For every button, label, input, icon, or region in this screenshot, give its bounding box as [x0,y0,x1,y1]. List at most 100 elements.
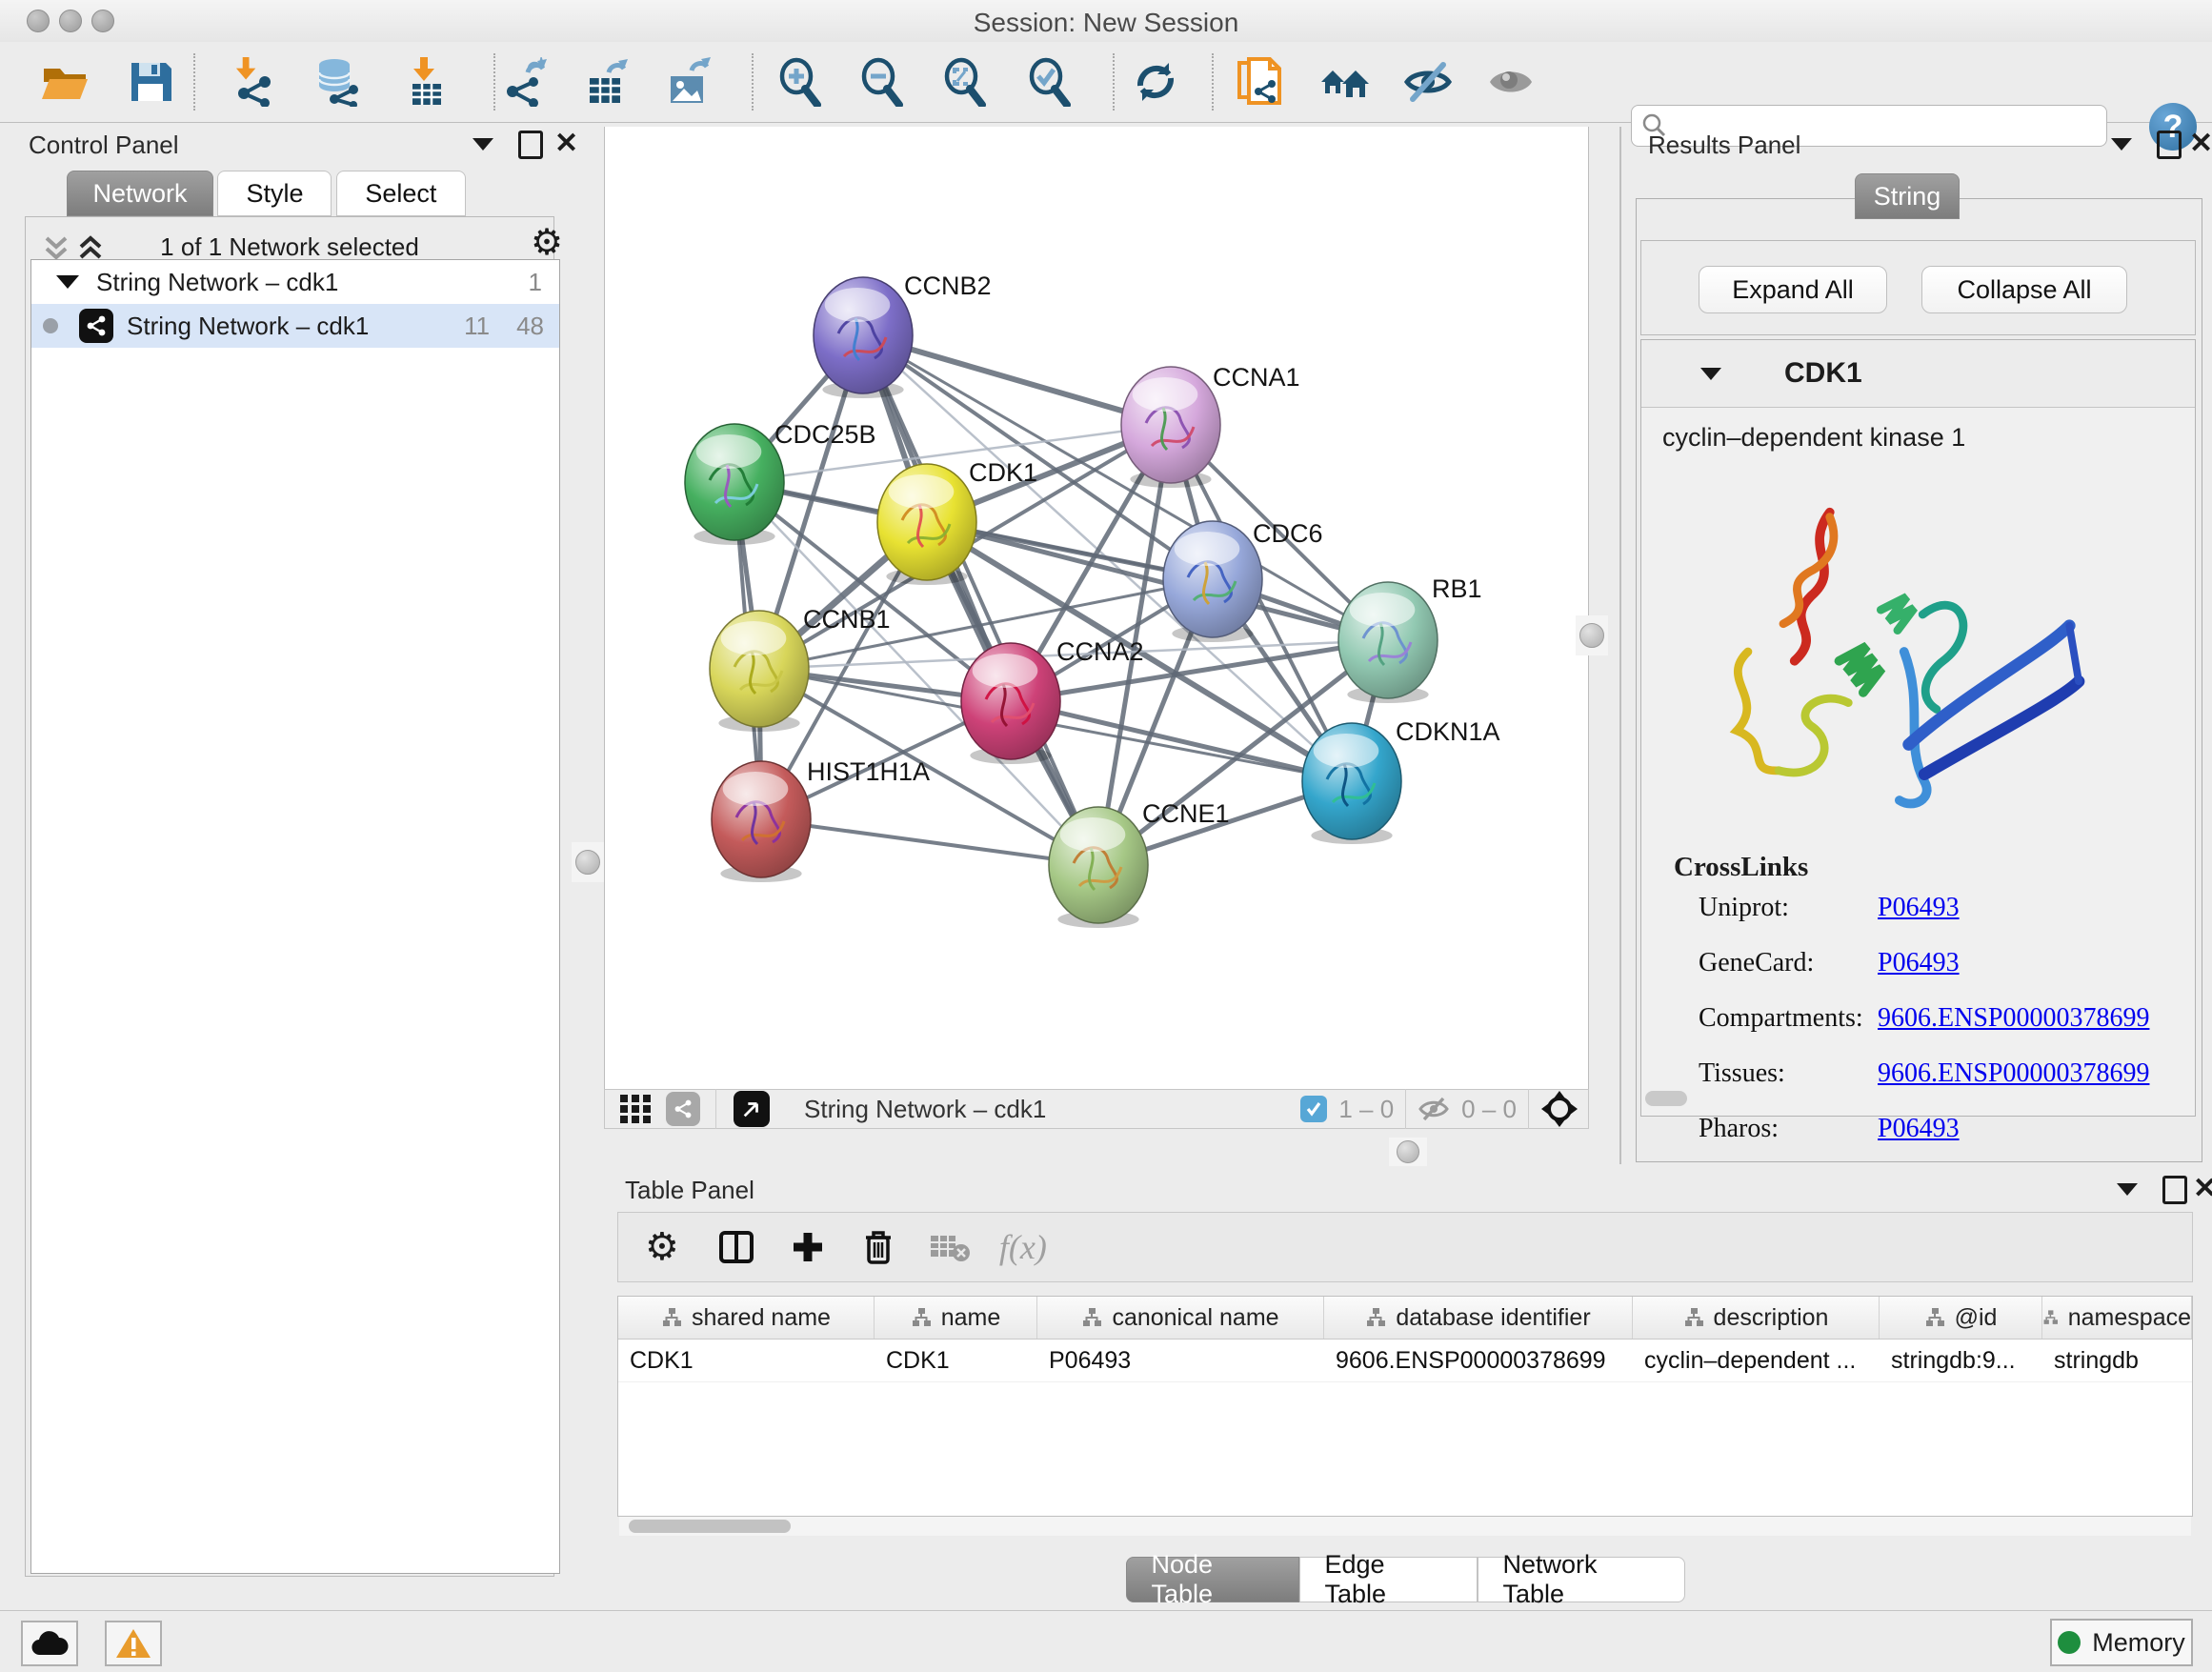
column-header-database-identifier[interactable]: database identifier [1324,1297,1633,1339]
network-node-CDK1[interactable]: CDK1 [877,458,1037,585]
selected-checkbox-icon[interactable] [1300,1096,1327,1122]
export-image-icon[interactable] [665,57,714,107]
protein-card-header[interactable]: CDK1 [1641,340,2195,408]
network-node-CCNB1[interactable]: CCNB1 [710,605,891,732]
left-splitter-handle[interactable] [572,842,604,882]
column-header-name[interactable]: name [875,1297,1037,1339]
network-node-RB1[interactable]: RB1 [1338,574,1482,703]
create-column-plus-icon[interactable] [790,1229,826,1265]
delete-column-trash-icon[interactable] [860,1228,896,1266]
tab-node-table[interactable]: Node Table [1126,1557,1299,1602]
column-header-namespace[interactable]: namespace [2042,1297,2192,1339]
table-panel-float-icon[interactable] [2162,1176,2187,1204]
first-neighbors-icon[interactable] [1319,57,1369,107]
node-label-CCNE1: CCNE1 [1142,799,1230,828]
hide-selected-icon[interactable] [1403,57,1453,107]
zoom-in-icon[interactable] [775,57,825,107]
network-edge-HIST1H1A-CCNE1[interactable] [761,819,1098,865]
delete-table-icon[interactable] [929,1232,971,1262]
column-header-description[interactable]: description [1633,1297,1880,1339]
zoom-fit-icon[interactable] [940,57,990,107]
new-network-from-selection-icon[interactable] [1236,57,1285,107]
network-node-CCNB2[interactable]: CCNB2 [814,272,992,398]
control-panel-float-icon[interactable] [518,131,543,159]
results-panel-menu-icon[interactable] [2111,138,2132,151]
network-node-CDKN1A[interactable]: CDKN1A [1302,717,1500,844]
import-table-icon[interactable] [401,57,451,107]
main-toolbar: ? [0,42,2212,123]
table-row[interactable]: CDK1CDK1P064939606.ENSP00000378699cyclin… [618,1340,2192,1382]
table-panel-close-icon[interactable]: ✕ [2193,1172,2212,1205]
warning-status-button[interactable] [105,1621,162,1666]
right-splitter-handle[interactable] [1576,615,1608,655]
crosslink-value[interactable]: P06493 [1878,948,1960,978]
zoom-selected-icon[interactable] [1025,57,1075,107]
table-panel-menu-icon[interactable] [2117,1183,2138,1196]
warning-icon [115,1627,151,1660]
zoom-out-icon[interactable] [857,57,907,107]
tab-string[interactable]: String [1855,173,1960,219]
export-network-icon[interactable] [501,57,551,107]
collapse-all-button[interactable]: Collapse All [1921,266,2127,313]
bottom-splitter-handle[interactable] [1389,1138,1427,1166]
splitter-dot [1397,1140,1419,1163]
tab-edge-table[interactable]: Edge Table [1299,1557,1478,1602]
table-hscrollbar-thumb[interactable] [629,1520,791,1533]
network-graph[interactable]: CCNB2CCNA1CDC25BCDK1CDC6RB1CCNB1CCNA2CDK… [605,127,1588,1087]
table-cell: CDK1 [875,1340,1037,1381]
cloud-status-button[interactable] [21,1621,78,1666]
network-options-gear-icon[interactable]: ⚙ [531,225,563,261]
crosslink-value[interactable]: 9606.ENSP00000378699 [1878,1058,2149,1089]
results-panel-float-icon[interactable] [2157,131,2182,159]
network-edge-CCNA2-CDKN1A[interactable] [1011,701,1352,781]
import-network-database-icon[interactable] [313,57,363,107]
results-splitter-line[interactable] [1619,127,1621,1164]
export-table-icon[interactable] [582,57,632,107]
collection-expand-icon[interactable] [56,275,79,289]
show-columns-icon[interactable] [717,1228,755,1266]
import-network-file-icon[interactable] [231,57,280,107]
protein-collapse-icon[interactable] [1700,368,1721,380]
tab-network[interactable]: Network [67,171,213,216]
node-label-CDC25B: CDC25B [774,420,876,449]
network-view-mode-icon[interactable] [666,1092,700,1126]
network-list: String Network – cdk1 1 String Network –… [30,259,560,1574]
show-all-icon[interactable] [1486,57,1536,107]
results-hscrollbar-thumb[interactable] [1645,1091,1687,1106]
network-node-CCNE1[interactable]: CCNE1 [1049,799,1230,928]
detach-view-icon[interactable] [734,1091,770,1127]
tab-network-table[interactable]: Network Table [1478,1557,1685,1602]
network-node-CDC25B[interactable]: CDC25B [685,420,876,545]
save-session-icon[interactable] [126,57,175,107]
cytoscape-window: { "window": { "title": "Session: New Ses… [0,0,2212,1671]
hidden-eye-icon[interactable] [1418,1095,1450,1123]
network-node-HIST1H1A[interactable]: HIST1H1A [712,757,930,882]
crosslinks-title: CrossLinks [1674,852,2195,883]
crosslink-value[interactable]: P06493 [1878,893,1960,923]
expand-all-button[interactable]: Expand All [1699,266,1887,313]
network-row-selected[interactable]: String Network – cdk1 11 48 [31,304,559,348]
tab-style[interactable]: Style [217,171,332,216]
column-type-icon [1924,1307,1945,1328]
network-node-CDC6[interactable]: CDC6 [1163,519,1323,642]
control-panel-menu-icon[interactable] [473,138,493,151]
column-header-canonical-name[interactable]: canonical name [1037,1297,1324,1339]
network-node-CCNA1[interactable]: CCNA1 [1121,363,1300,488]
network-collection-row[interactable]: String Network – cdk1 1 [31,260,559,304]
table-hscrollbar-track[interactable] [619,1517,2191,1536]
open-session-icon[interactable] [40,57,90,107]
column-header-shared-name[interactable]: shared name [618,1297,875,1339]
tab-select[interactable]: Select [336,171,466,216]
memory-button[interactable]: Memory [2050,1619,2193,1666]
crosslink-value[interactable]: 9606.ENSP00000378699 [1878,1003,2149,1034]
birdseye-crosshair-icon[interactable] [1540,1090,1579,1128]
control-panel-close-icon[interactable]: ✕ [554,127,578,160]
selected-count: 1 – 0 [1338,1095,1394,1124]
column-header--id[interactable]: @id [1880,1297,2042,1339]
results-panel-close-icon[interactable]: ✕ [2189,127,2212,160]
grid-view-icon[interactable] [618,1093,653,1125]
crosslink-value[interactable]: P06493 [1878,1114,1960,1144]
table-options-gear-icon[interactable]: ⚙ [645,1228,679,1266]
network-canvas[interactable]: CCNB2CCNA1CDC25BCDK1CDC6RB1CCNB1CCNA2CDK… [604,127,1589,1089]
apply-layout-icon[interactable] [1131,57,1180,107]
